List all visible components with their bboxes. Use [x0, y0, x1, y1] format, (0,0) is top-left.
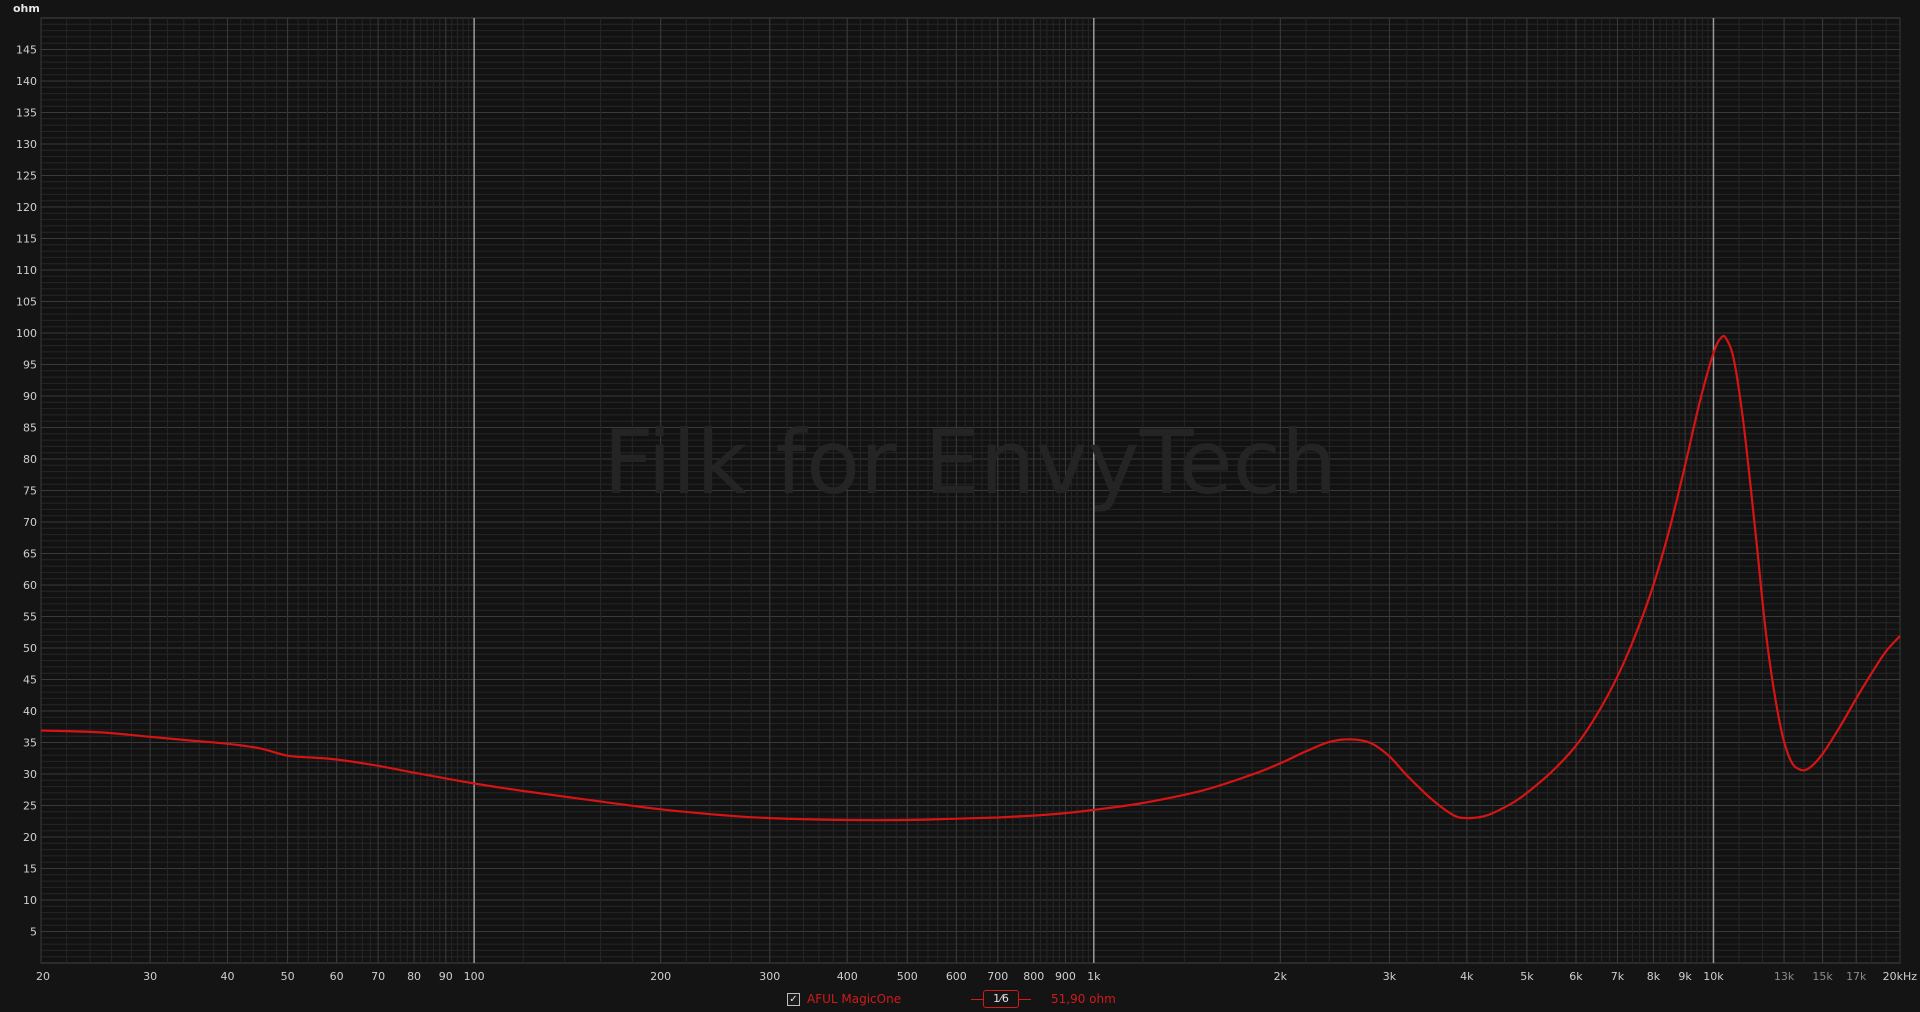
y-tick-label: 135 [16, 107, 37, 120]
y-tick-label: 60 [23, 579, 37, 592]
y-tick-label: 130 [16, 138, 37, 151]
watermark: Filk for EnvyTech [603, 411, 1337, 514]
x-tick-label: 15k [1812, 970, 1833, 983]
legend-checkbox[interactable]: ✓ [787, 993, 800, 1006]
smoothing-value[interactable]: 1⁄6 [983, 990, 1019, 1008]
x-tick-label: 200 [650, 970, 671, 983]
x-tick-label: 500 [897, 970, 918, 983]
x-tick-label: 7k [1611, 970, 1625, 983]
x-tick-label: 30 [143, 970, 157, 983]
y-tick-label: 40 [23, 705, 37, 718]
x-tick-label: 17k [1846, 970, 1867, 983]
y-tick-label: 105 [16, 296, 37, 309]
x-tick-label: 8k [1647, 970, 1661, 983]
y-tick-label: 30 [23, 768, 37, 781]
y-tick-label: 75 [23, 485, 37, 498]
x-tick-label: 100 [464, 970, 485, 983]
x-tick-label: 700 [987, 970, 1008, 983]
x-tick-label: 70 [371, 970, 385, 983]
smoothing-line-right [1019, 999, 1031, 1000]
x-tick-label: 2k [1274, 970, 1288, 983]
x-tick-label: 4k [1460, 970, 1474, 983]
x-tick-label: 300 [759, 970, 780, 983]
y-tick-label: 55 [23, 611, 37, 624]
x-tick-label: 13k [1774, 970, 1795, 983]
y-axis-unit-label: ohm [13, 2, 40, 15]
smoothing-line-left [971, 999, 983, 1000]
y-tick-label: 65 [23, 548, 37, 561]
y-tick-label: 80 [23, 453, 37, 466]
legend-series-name[interactable]: AFUL MagicOne [807, 992, 901, 1006]
x-axis-ticks: 20 30 40 50 60 70 80 90 100 200 300 400 500 600 700 800… [36, 970, 1917, 983]
smoothing-selector[interactable]: 1⁄6 [971, 990, 1031, 1008]
x-tick-label: 400 [837, 970, 858, 983]
y-tick-label: 125 [16, 170, 37, 183]
y-tick-label: 45 [23, 674, 37, 687]
x-tick-label: 20kHz [1883, 970, 1918, 983]
x-tick-label: 50 [281, 970, 295, 983]
x-tick-label: 10k [1703, 970, 1724, 983]
legend-bar: ✓ AFUL MagicOne 1⁄6 51,90 ohm [0, 988, 1920, 1012]
y-tick-label: 95 [23, 359, 37, 372]
x-tick-label: 1k [1087, 970, 1101, 983]
y-tick-label: 100 [16, 327, 37, 340]
x-tick-label: 900 [1055, 970, 1076, 983]
y-tick-label: 5 [30, 926, 37, 939]
x-tick-label: 90 [439, 970, 453, 983]
x-tick-label: 80 [407, 970, 421, 983]
y-axis-ticks: 5 10 15 20 25 30 35 40 45 50 55 60 65 70 75 80 85 90 95 100… [16, 44, 37, 939]
y-tick-label: 25 [23, 800, 37, 813]
legend-cursor-value: 51,90 ohm [1051, 992, 1116, 1006]
y-tick-label: 115 [16, 233, 37, 246]
y-tick-label: 50 [23, 642, 37, 655]
y-tick-label: 10 [23, 894, 37, 907]
x-tick-label: 6k [1569, 970, 1583, 983]
y-tick-label: 70 [23, 516, 37, 529]
y-tick-label: 20 [23, 831, 37, 844]
y-tick-label: 110 [16, 264, 37, 277]
x-tick-label: 800 [1023, 970, 1044, 983]
x-tick-label: 5k [1520, 970, 1534, 983]
y-tick-label: 90 [23, 390, 37, 403]
x-tick-label: 9k [1678, 970, 1692, 983]
y-tick-label: 85 [23, 422, 37, 435]
y-tick-label: 35 [23, 737, 37, 750]
x-tick-label: 40 [221, 970, 235, 983]
impedance-chart: Filk for EnvyTech 5 10 15 20 25 30 35 40 45 50 55 6… [13, 2, 1917, 983]
y-tick-label: 120 [16, 201, 37, 214]
x-tick-label: 3k [1383, 970, 1397, 983]
x-tick-label: 60 [330, 970, 344, 983]
x-tick-label: 20 [36, 970, 50, 983]
y-tick-label: 140 [16, 75, 37, 88]
x-tick-label: 600 [946, 970, 967, 983]
y-tick-label: 15 [23, 863, 37, 876]
y-tick-label: 145 [16, 44, 37, 57]
